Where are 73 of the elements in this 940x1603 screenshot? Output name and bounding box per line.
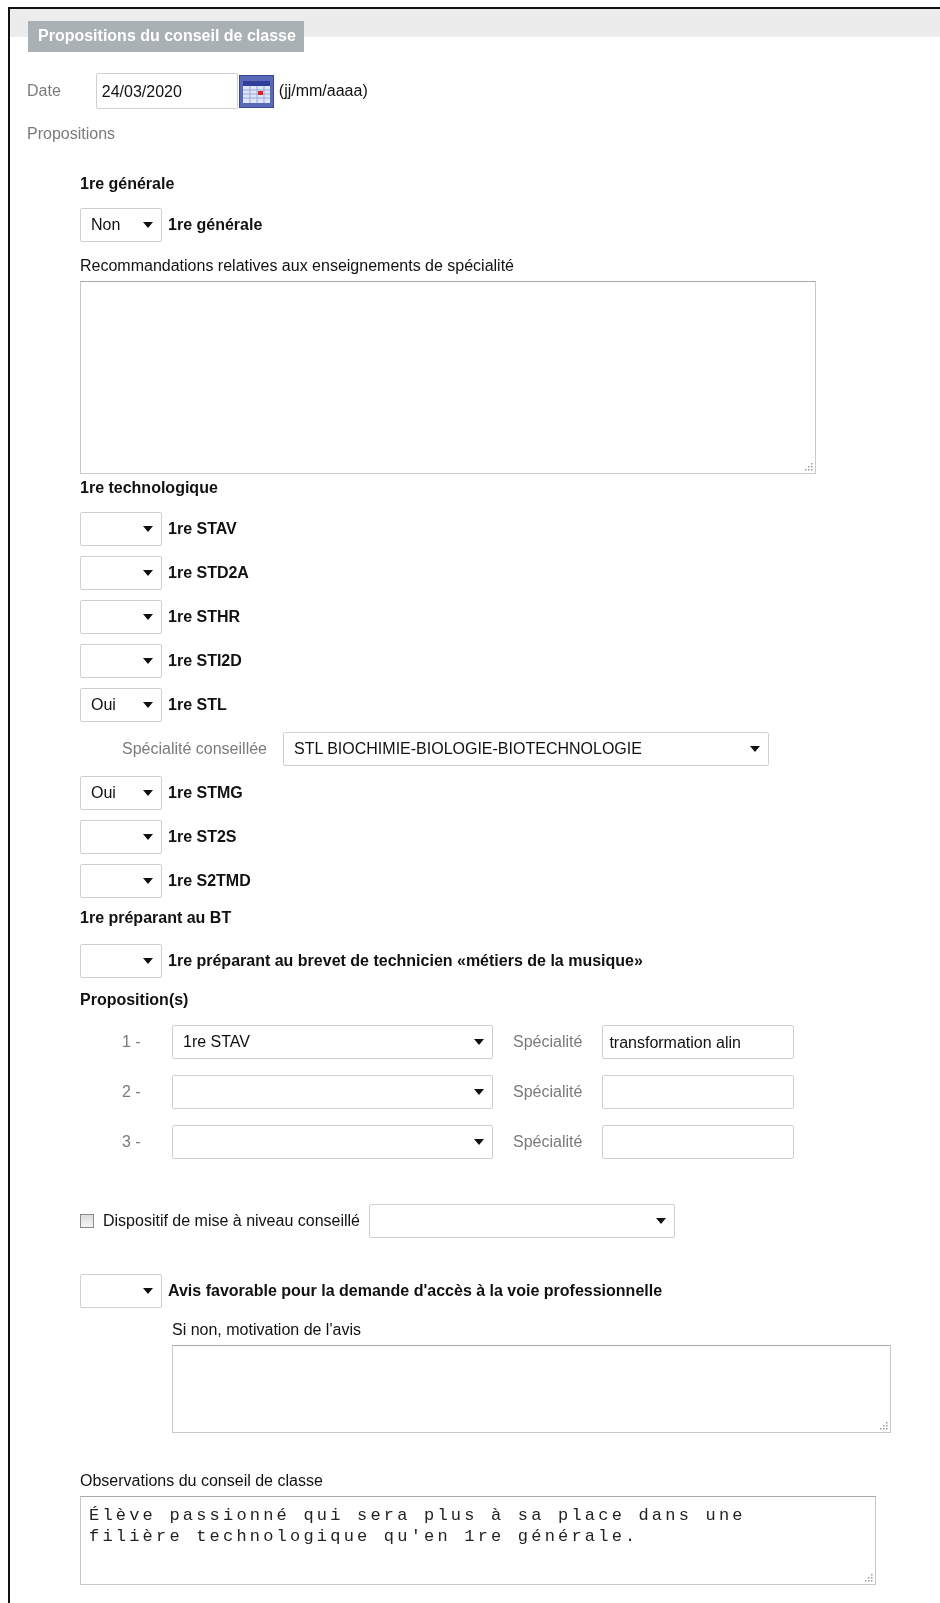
dropdown[interactable] — [369, 1204, 675, 1238]
dropdown[interactable]: Oui — [80, 688, 162, 722]
text-area[interactable]: Élève passionné qui sera plus à sa place dans une filière technologique qu'en 1re générale. — [80, 1496, 876, 1585]
caret-icon — [143, 614, 153, 620]
section-title: Propositions du conseil de classe — [28, 21, 304, 52]
option-label: 1re ST2S — [168, 828, 237, 846]
group-heading: 1re technologique — [80, 478, 219, 498]
text-field[interactable] — [602, 1125, 795, 1159]
caret-icon — [143, 958, 153, 964]
caret-icon — [750, 746, 760, 752]
option-label: 1re STAV — [168, 520, 237, 538]
text-field[interactable]: transformation alin — [602, 1025, 795, 1059]
group-heading: 1re générale — [80, 174, 176, 194]
field-label: Si non, motivation de l'avis — [172, 1320, 362, 1340]
field-label: Recommandations relatives aux enseignements de spécialité — [80, 256, 515, 276]
caret-icon — [474, 1089, 484, 1095]
option-label: 1re S2TMD — [168, 872, 251, 890]
group-heading: Proposition(s) — [80, 990, 190, 1010]
caret-icon — [143, 222, 153, 228]
option-label: 1re générale — [168, 216, 263, 234]
dropdown[interactable]: Non — [80, 208, 162, 242]
dropdown[interactable] — [80, 600, 162, 634]
field-label: Date — [27, 82, 61, 100]
row-number: 3 - — [122, 1133, 142, 1151]
caret-icon — [143, 878, 153, 884]
resize-grip-icon[interactable] — [804, 462, 813, 471]
checkbox-label: Dispositif de mise à niveau conseillé — [103, 1212, 360, 1230]
resize-grip-icon[interactable] — [879, 1421, 888, 1430]
dropdown[interactable] — [80, 944, 162, 978]
caret-icon — [143, 790, 153, 796]
option-label: 1re STL — [168, 696, 227, 714]
caret-icon — [474, 1039, 484, 1045]
field-label: Observations du conseil de classe — [80, 1471, 324, 1491]
dropdown[interactable] — [80, 820, 162, 854]
row-number: 2 - — [122, 1083, 142, 1101]
option-label: 1re STMG — [168, 784, 243, 802]
group-heading: 1re préparant au BT — [80, 908, 233, 928]
dropdown[interactable]: Oui — [80, 776, 162, 810]
calendar-icon[interactable] — [238, 74, 274, 108]
text-field[interactable] — [602, 1075, 795, 1109]
dropdown[interactable]: STL BIOCHIMIE-BIOLOGIE-BIOTECHNOLOGIE — [283, 732, 769, 766]
option-label: 1re STI2D — [168, 652, 242, 670]
text-area[interactable] — [172, 1345, 891, 1433]
caret-icon — [143, 1288, 153, 1294]
caret-icon — [143, 658, 153, 664]
date-field[interactable]: 24/03/2020 — [95, 73, 238, 109]
resize-grip-icon[interactable] — [864, 1573, 873, 1582]
format-hint: (jj/mm/aaaa) — [278, 82, 368, 100]
dropdown[interactable]: 1re STAV — [172, 1025, 493, 1059]
field-label: Spécialité — [513, 1033, 583, 1051]
caret-icon — [656, 1218, 666, 1224]
dropdown[interactable] — [80, 1274, 162, 1308]
caret-icon — [143, 570, 153, 576]
field-label: Spécialité — [513, 1083, 583, 1101]
option-label: Avis favorable pour la demande d'accès à la voie professionnelle — [168, 1282, 663, 1300]
dropdown[interactable] — [172, 1075, 493, 1109]
caret-icon — [474, 1139, 484, 1145]
option-label: 1re STHR — [168, 608, 241, 626]
section-label: Propositions — [27, 124, 117, 144]
dropdown[interactable] — [80, 556, 162, 590]
checkbox[interactable] — [80, 1214, 94, 1228]
caret-icon — [143, 702, 153, 708]
dropdown[interactable] — [80, 512, 162, 546]
caret-icon — [143, 526, 153, 532]
field-label: Spécialité conseillée — [122, 740, 267, 758]
option-label: 1re préparant au brevet de technicien «métiers de la musique» — [168, 952, 643, 970]
row-number: 1 - — [122, 1033, 142, 1051]
field-label: Spécialité — [513, 1133, 583, 1151]
dropdown[interactable] — [172, 1125, 493, 1159]
caret-icon — [143, 834, 153, 840]
option-label: 1re STD2A — [168, 564, 249, 582]
dropdown[interactable] — [80, 644, 162, 678]
dropdown[interactable] — [80, 864, 162, 898]
